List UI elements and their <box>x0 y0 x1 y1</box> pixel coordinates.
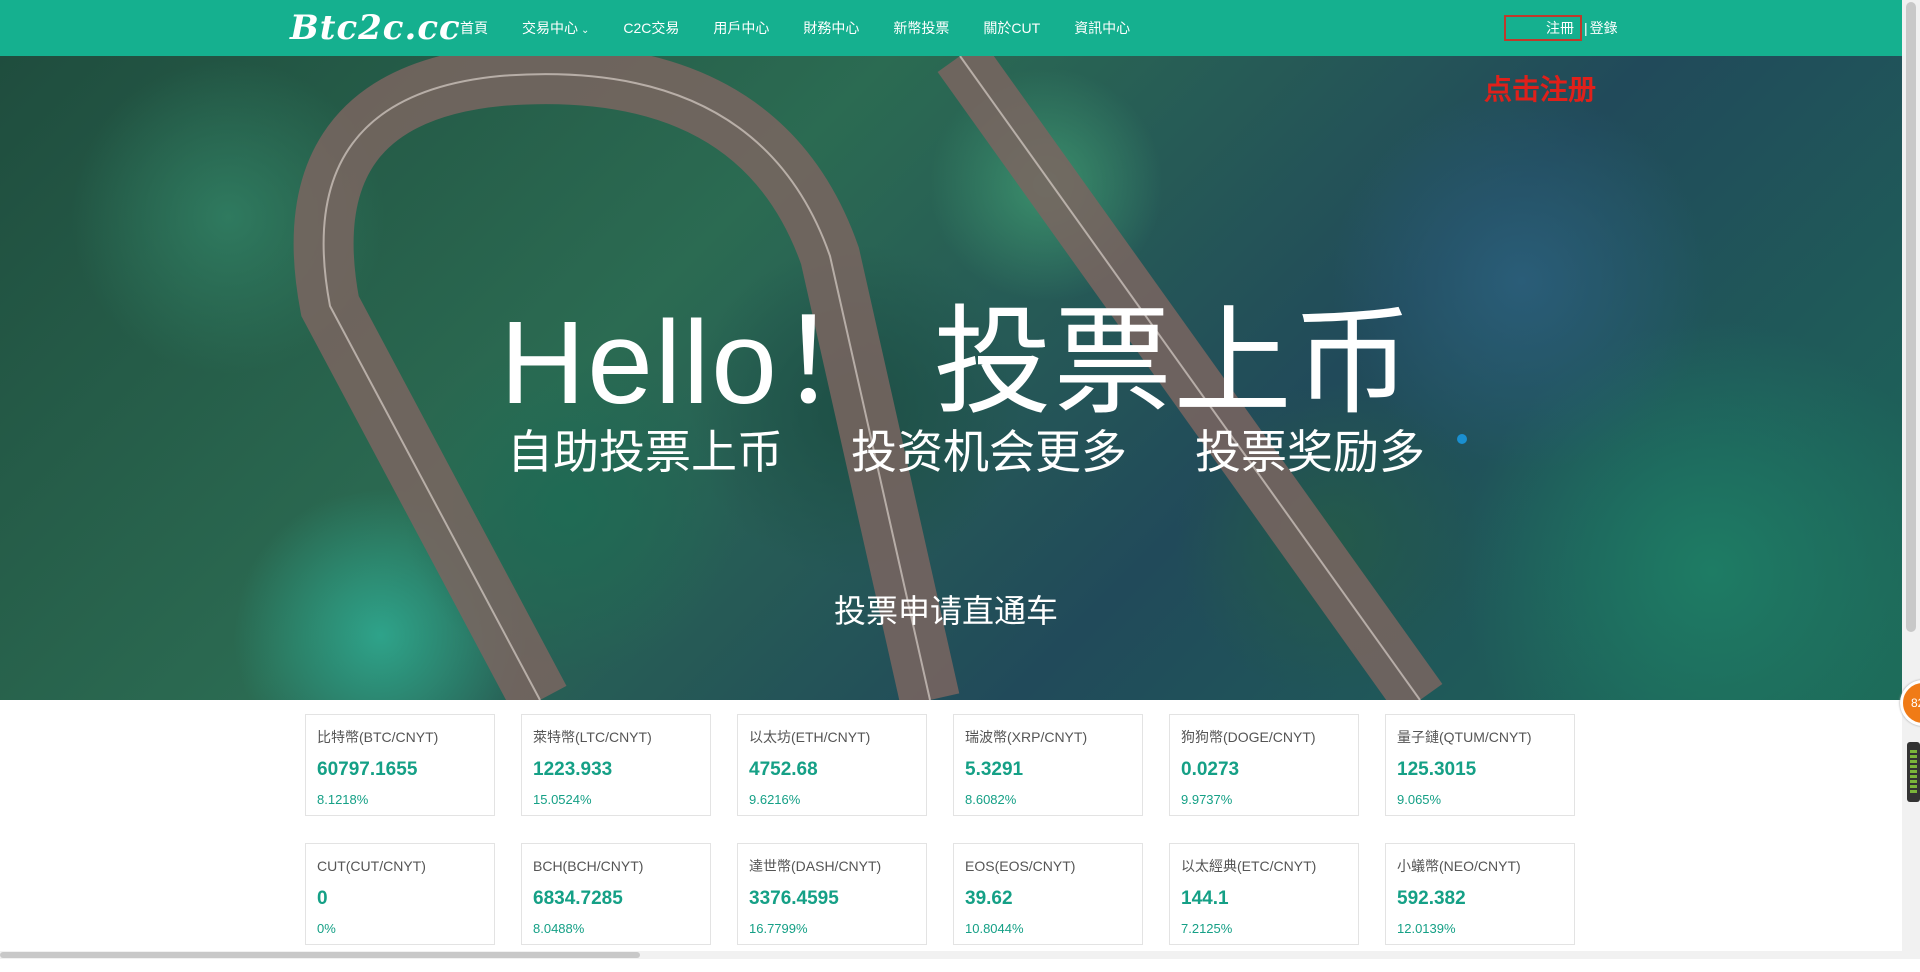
ticker-pair: 瑞波幣(XRP/CNYT) <box>965 729 1088 745</box>
ticker-price: 39.62 <box>965 888 1013 909</box>
ticker-pair: CUT(CUT/CNYT) <box>317 858 426 874</box>
ticker-price: 592.382 <box>1397 888 1466 909</box>
login-link[interactable]: 登錄 <box>1590 18 1618 38</box>
ticker-row: CUT(CUT/CNYT) 0 0% BCH(BCH/CNYT) 6834.72… <box>305 843 1585 945</box>
register-label: 注冊 <box>1546 20 1574 36</box>
ticker-price: 125.3015 <box>1397 759 1477 780</box>
side-gauge-widget[interactable] <box>1907 742 1920 802</box>
ticker-pair: 狗狗幣(DOGE/CNYT) <box>1181 729 1316 745</box>
ticker-price: 144.1 <box>1181 888 1229 909</box>
top-nav-bar: Btc2c.cc 首頁 交易中心 ⌄ C2C交易 用戶中心 財務中心 新幣投票 關… <box>0 0 1902 56</box>
ticker-price: 5.3291 <box>965 759 1024 780</box>
nav-label: 關於CUT <box>983 20 1041 36</box>
auth-links: 注冊 | 登錄 <box>1504 14 1618 42</box>
ticker-change: 16.7799% <box>749 921 808 936</box>
nav-item-trade-center[interactable]: 交易中心 ⌄ <box>522 0 589 56</box>
ticker-pair: BCH(BCH/CNYT) <box>533 858 644 874</box>
nav-label: 財務中心 <box>803 20 860 36</box>
ticker-pair: 達世幣(DASH/CNYT) <box>749 858 882 874</box>
auth-separator: | <box>1584 20 1588 36</box>
vertical-scroll-thumb[interactable] <box>1906 2 1916 632</box>
site-logo[interactable]: Btc2c.cc <box>290 6 461 50</box>
vertical-scrollbar[interactable] <box>1902 0 1920 959</box>
ticker-pair: 小蟻幣(NEO/CNYT) <box>1397 858 1521 874</box>
ticker-change: 9.6216% <box>749 792 801 807</box>
horizontal-scroll-thumb[interactable] <box>0 952 640 958</box>
nav-item-user-center[interactable]: 用戶中心 <box>713 0 769 56</box>
nav-item-about-cut[interactable]: 關於CUT <box>983 0 1040 56</box>
ticker-card-eth[interactable]: 以太坊(ETH/CNYT) 4752.68 9.6216% <box>737 714 927 816</box>
hero-title: Hello！ 投票上币 <box>500 297 1414 429</box>
nav-label: 交易中心 <box>522 20 578 36</box>
ticker-price: 1223.933 <box>533 759 613 780</box>
ticker-card-neo[interactable]: 小蟻幣(NEO/CNYT) 592.382 12.0139% <box>1385 843 1575 945</box>
ticker-price: 60797.1655 <box>317 759 418 780</box>
ticker-card-ltc[interactable]: 萊特幣(LTC/CNYT) 1223.933 15.0524% <box>521 714 711 816</box>
ticker-pair: 量子鏈(QTUM/CNYT) <box>1397 729 1532 745</box>
ticker-price: 0.0273 <box>1181 759 1240 780</box>
horizontal-scrollbar[interactable] <box>0 951 1902 959</box>
ticker-change: 9.065% <box>1397 792 1442 807</box>
ticker-row: 比特幣(BTC/CNYT) 60797.1655 8.1218% 萊特幣(LTC… <box>305 714 1585 816</box>
ticker-change: 0% <box>317 921 336 936</box>
hero-subtitle: 自助投票上币 <box>507 426 783 478</box>
ticker-card-etc[interactable]: 以太經典(ETC/CNYT) 144.1 7.2125% <box>1169 843 1359 945</box>
ticker-pair: 以太坊(ETH/CNYT) <box>749 729 871 745</box>
register-annotation: 点击注册 <box>1484 74 1597 105</box>
carousel-dot[interactable] <box>1457 434 1467 444</box>
ticker-pair: EOS(EOS/CNYT) <box>965 858 1076 874</box>
ticker-card-cut[interactable]: CUT(CUT/CNYT) 0 0% <box>305 843 495 945</box>
nav-label: 首頁 <box>460 20 488 36</box>
ticker-card-bch[interactable]: BCH(BCH/CNYT) 6834.7285 8.0488% <box>521 843 711 945</box>
ticker-card-dash[interactable]: 達世幣(DASH/CNYT) 3376.4595 16.7799% <box>737 843 927 945</box>
ticker-pair: 萊特幣(LTC/CNYT) <box>533 729 652 745</box>
main-nav: 首頁 交易中心 ⌄ C2C交易 用戶中心 財務中心 新幣投票 關於CUT 資訊中心 <box>460 0 1164 56</box>
ticker-card-doge[interactable]: 狗狗幣(DOGE/CNYT) 0.0273 9.9737% <box>1169 714 1359 816</box>
ticker-price: 3376.4595 <box>749 888 839 909</box>
ticker-change: 9.9737% <box>1181 792 1233 807</box>
ticker-change: 10.8044% <box>965 921 1024 936</box>
vote-apply-link[interactable]: 投票申请直通车 <box>834 586 1058 632</box>
nav-item-finance-center[interactable]: 財務中心 <box>803 0 859 56</box>
ticker-card-xrp[interactable]: 瑞波幣(XRP/CNYT) 5.3291 8.6082% <box>953 714 1143 816</box>
nav-item-coin-vote[interactable]: 新幣投票 <box>893 0 949 56</box>
ticker-pair: 比特幣(BTC/CNYT) <box>317 729 439 745</box>
ticker-change: 15.0524% <box>533 792 592 807</box>
nav-label: 用戶中心 <box>713 20 770 36</box>
ticker-change: 8.6082% <box>965 792 1017 807</box>
hero-banner: 点击注册 Hello！ 投票上币 自助投票上币 投资机会更多 投票奖励多 投票申… <box>0 56 1902 700</box>
ticker-change: 8.1218% <box>317 792 369 807</box>
ticker-change: 8.0488% <box>533 921 585 936</box>
ticker-change: 12.0139% <box>1397 921 1456 936</box>
ticker-pair: 以太經典(ETC/CNYT) <box>1181 858 1317 874</box>
ticker-price: 0 <box>317 888 328 909</box>
nav-item-c2c[interactable]: C2C交易 <box>623 0 679 56</box>
hero-subtitles: 自助投票上币 投资机会更多 投票奖励多 <box>507 416 1425 482</box>
nav-item-home[interactable]: 首頁 <box>460 0 488 56</box>
nav-label: C2C交易 <box>623 20 680 36</box>
market-ticker-cards: 比特幣(BTC/CNYT) 60797.1655 8.1218% 萊特幣(LTC… <box>305 714 1585 972</box>
nav-label: 新幣投票 <box>893 20 950 36</box>
ticker-price: 4752.68 <box>749 759 818 780</box>
ticker-card-btc[interactable]: 比特幣(BTC/CNYT) 60797.1655 8.1218% <box>305 714 495 816</box>
ticker-price: 6834.7285 <box>533 888 623 909</box>
nav-label: 資訊中心 <box>1074 20 1131 36</box>
chevron-down-icon: ⌄ <box>581 25 590 36</box>
ticker-card-eos[interactable]: EOS(EOS/CNYT) 39.62 10.8044% <box>953 843 1143 945</box>
hero-subtitle: 投票奖励多 <box>1195 426 1425 478</box>
nav-item-news-center[interactable]: 資訊中心 <box>1074 0 1130 56</box>
ticker-card-qtum[interactable]: 量子鏈(QTUM/CNYT) 125.3015 9.065% <box>1385 714 1575 816</box>
hero-subtitle: 投资机会更多 <box>851 426 1127 478</box>
register-link[interactable]: 注冊 <box>1504 15 1582 41</box>
ticker-change: 7.2125% <box>1181 921 1233 936</box>
